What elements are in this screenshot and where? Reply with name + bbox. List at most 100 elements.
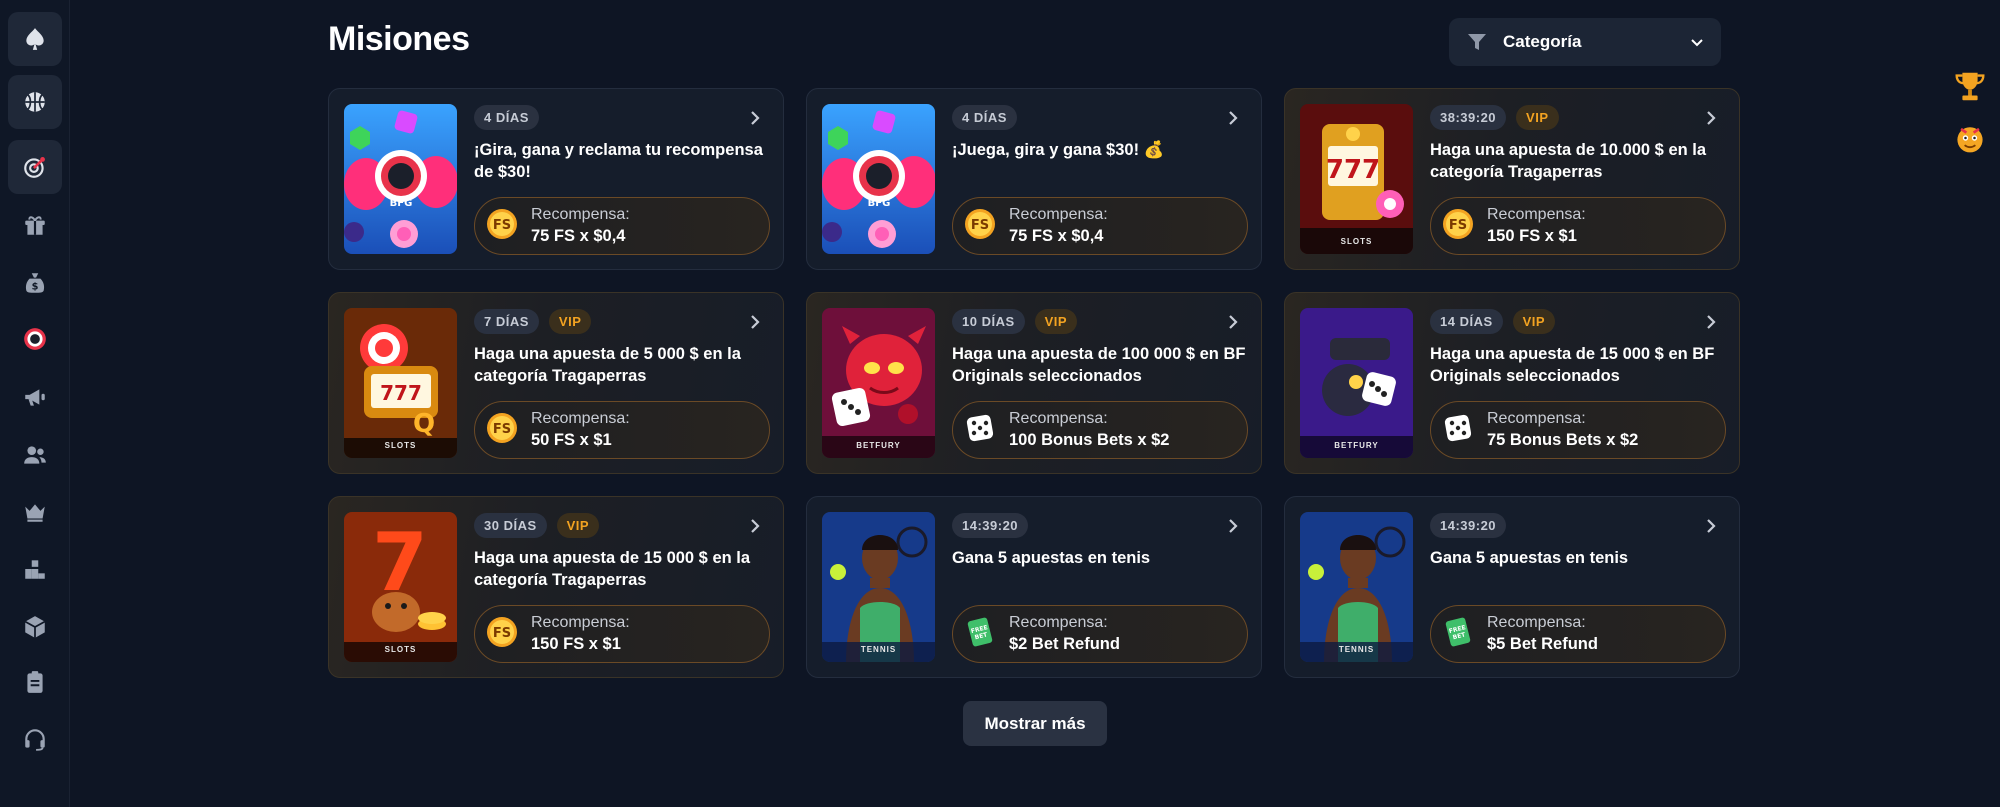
- reward-label: Recompensa:: [1009, 410, 1108, 427]
- fs-coin-icon: FS: [485, 411, 531, 450]
- chevron-down-icon: [1691, 39, 1703, 47]
- vip-badge: VIP: [1034, 309, 1078, 334]
- vip-badge: VIP: [1512, 309, 1556, 334]
- reward-value: 75 Bonus Bets x $2: [1487, 431, 1639, 449]
- basketball-icon[interactable]: [8, 75, 62, 129]
- mission-title: Gana 5 apuestas en tenis: [952, 549, 1151, 567]
- time-badge: 30 DÍAS: [474, 513, 547, 538]
- time-badge: 4 DÍAS: [474, 105, 539, 130]
- reward-label: Recompensa:: [531, 410, 630, 427]
- chevron-right-icon[interactable]: [1223, 312, 1243, 332]
- chevron-right-icon[interactable]: [745, 516, 765, 536]
- svg-text:777: 777: [1326, 155, 1380, 185]
- gift-icon[interactable]: [8, 198, 62, 252]
- svg-text:$: $: [32, 282, 39, 293]
- mission-card[interactable]: BFG 4 DÍAS ¡Gira, gana y reclama tu reco…: [328, 88, 784, 270]
- dice-icon: [1441, 411, 1487, 450]
- mission-title: Haga una apuesta de 15 000 $ en BF Origi…: [1430, 345, 1715, 385]
- show-more-button[interactable]: Mostrar más: [963, 701, 1107, 746]
- mascot-avatar-icon[interactable]: [1950, 118, 1990, 158]
- time-badge: 4 DÍAS: [952, 105, 1017, 130]
- chevron-right-icon[interactable]: [1701, 108, 1721, 128]
- mission-card[interactable]: TENNIS 14:39:20 Gana 5 apuestas en tenis…: [1284, 496, 1740, 678]
- leaderboard-icon[interactable]: [8, 542, 62, 596]
- category-select[interactable]: Categoría: [1449, 18, 1721, 66]
- time-badge: 14:39:20: [952, 513, 1029, 538]
- mission-card[interactable]: 777 Q SLOTS 7 DÍAS VIP Haga una apuesta …: [328, 292, 784, 474]
- thumbnail-tag: SLOTS: [384, 441, 417, 450]
- thumbnail-tag: BETFURY: [1334, 441, 1379, 450]
- reward-value: 50 FS x $1: [531, 431, 612, 449]
- svg-text:FS: FS: [493, 218, 511, 233]
- mission-thumbnail: TENNIS: [822, 512, 935, 662]
- reward-box: FS Recompensa: 75 FS x $0,4: [952, 197, 1248, 255]
- left-sidebar: $: [0, 0, 70, 807]
- mission-title: Gana 5 apuestas en tenis: [1430, 549, 1629, 567]
- chevron-right-icon[interactable]: [745, 312, 765, 332]
- megaphone-icon[interactable]: [8, 370, 62, 424]
- reward-value: 75 FS x $0,4: [1009, 227, 1104, 245]
- mission-title: Haga una apuesta de 15 000 $ en la categ…: [474, 549, 751, 589]
- mission-card[interactable]: BETFURY 10 DÍAS VIP Haga una apuesta de …: [806, 292, 1262, 474]
- reward-value: 75 FS x $0,4: [531, 227, 626, 245]
- reward-label: Recompensa:: [1487, 410, 1586, 427]
- svg-text:BFG: BFG: [868, 198, 891, 209]
- trophy-icon[interactable]: [1950, 66, 1990, 106]
- mission-title: Haga una apuesta de 5 000 $ en la catego…: [474, 345, 741, 385]
- fs-coin-icon: FS: [963, 207, 1009, 246]
- mission-thumbnail: 777 SLOTS: [1300, 104, 1413, 254]
- spade-icon[interactable]: [8, 12, 62, 66]
- mission-card[interactable]: BFG 4 DÍAS ¡Juega, gira y gana $30! 💰 FS…: [806, 88, 1262, 270]
- chevron-right-icon[interactable]: [1223, 108, 1243, 128]
- reward-value: 150 FS x $1: [1487, 227, 1577, 245]
- mission-thumbnail: BFG: [344, 104, 457, 254]
- svg-text:FS: FS: [493, 626, 511, 641]
- reward-label: Recompensa:: [531, 206, 630, 223]
- reward-box: FS Recompensa: 50 FS x $1: [474, 401, 770, 459]
- mission-card[interactable]: BETFURY 14 DÍAS VIP Haga una apuesta de …: [1284, 292, 1740, 474]
- mission-card[interactable]: TENNIS 14:39:20 Gana 5 apuestas en tenis…: [806, 496, 1262, 678]
- bfg-logo-icon[interactable]: [8, 312, 62, 366]
- time-badge: 7 DÍAS: [474, 309, 539, 334]
- money-bag-icon[interactable]: $: [8, 256, 62, 310]
- clipboard-icon[interactable]: [8, 655, 62, 709]
- svg-text:777: 777: [380, 381, 422, 405]
- free-bet-ticket-icon: FREE BET: [963, 615, 1009, 654]
- reward-value: 150 FS x $1: [531, 635, 621, 653]
- mission-thumbnail: BETFURY: [822, 308, 935, 458]
- chevron-right-icon[interactable]: [1701, 312, 1721, 332]
- mission-card[interactable]: 777 SLOTS 38:39:20 VIP Haga una apuesta …: [1284, 88, 1740, 270]
- box-icon[interactable]: [8, 600, 62, 654]
- mission-badges: 10 DÍAS VIP: [952, 309, 1078, 334]
- mission-badges: 4 DÍAS: [474, 105, 539, 130]
- svg-text:FS: FS: [493, 422, 511, 437]
- mission-thumbnail: TENNIS: [1300, 512, 1413, 662]
- mission-badges: 7 DÍAS VIP: [474, 309, 592, 334]
- thumbnail-tag: SLOTS: [1340, 237, 1373, 246]
- svg-text:FS: FS: [971, 218, 989, 233]
- fs-coin-icon: FS: [485, 615, 531, 654]
- users-icon[interactable]: [8, 428, 62, 482]
- fs-coin-icon: FS: [485, 207, 531, 246]
- headset-icon[interactable]: [8, 712, 62, 766]
- crown-icon[interactable]: [8, 485, 62, 539]
- chevron-right-icon[interactable]: [1223, 516, 1243, 536]
- dice-icon: [963, 411, 1009, 450]
- target-icon[interactable]: [8, 140, 62, 194]
- free-bet-ticket-icon: FREE BET: [1441, 615, 1487, 654]
- svg-text:Q: Q: [413, 409, 435, 439]
- mission-badges: 38:39:20 VIP: [1430, 105, 1559, 130]
- chevron-right-icon[interactable]: [1701, 516, 1721, 536]
- reward-box: Recompensa: 75 Bonus Bets x $2: [1430, 401, 1726, 459]
- mission-badges: 14:39:20: [1430, 513, 1507, 538]
- time-badge: 10 DÍAS: [952, 309, 1025, 334]
- time-badge: 14 DÍAS: [1430, 309, 1503, 334]
- vip-badge: VIP: [1516, 105, 1559, 130]
- reward-label: Recompensa:: [1487, 206, 1586, 223]
- reward-label: Recompensa:: [1487, 614, 1586, 631]
- reward-box: FS Recompensa: 150 FS x $1: [474, 605, 770, 663]
- mission-card[interactable]: 7 SLOTS 30 DÍAS VIP Haga una apuesta de …: [328, 496, 784, 678]
- chevron-right-icon[interactable]: [745, 108, 765, 128]
- mission-title: Haga una apuesta de 100 000 $ en BF Orig…: [952, 345, 1246, 385]
- reward-label: Recompensa:: [1009, 614, 1108, 631]
